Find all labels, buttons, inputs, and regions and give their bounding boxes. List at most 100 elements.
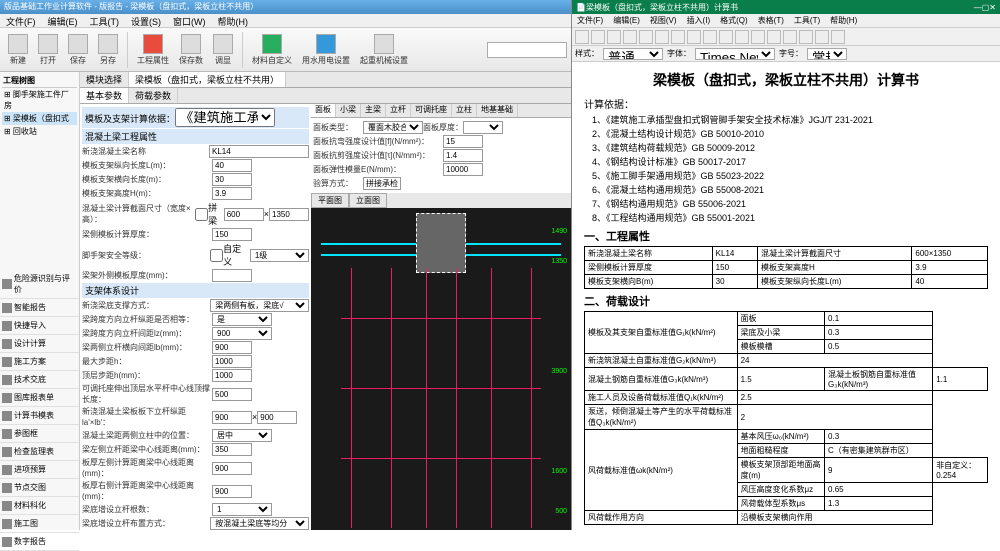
extend-input[interactable] xyxy=(212,388,252,401)
lb-input[interactable] xyxy=(212,341,252,354)
maximize-button[interactable]: ▢ xyxy=(982,3,990,12)
save-button[interactable]: 保存 xyxy=(64,32,92,68)
rmenu-tools[interactable]: 工具(T) xyxy=(789,14,825,27)
equal-select[interactable]: 是 xyxy=(212,313,272,326)
left-dist-input[interactable] xyxy=(212,443,252,456)
tb-align-l-icon[interactable] xyxy=(719,30,733,44)
water-elec-button[interactable]: 用水用电设置 xyxy=(298,32,354,68)
side-digital[interactable]: 数字报告 xyxy=(0,533,79,551)
document-body[interactable]: 梁模板（盘扣式，梁板立柱不共用）计算书 计算依据： 1、《建筑施工承插型盘扣式钢… xyxy=(572,62,1000,530)
side-node[interactable]: 节点交图 xyxy=(0,479,79,497)
bend-input[interactable] xyxy=(443,135,483,148)
rmenu-edit[interactable]: 编辑(E) xyxy=(608,14,645,27)
tab-upright[interactable]: 立杆 xyxy=(386,104,411,117)
elevation-view-button[interactable]: 立面图 xyxy=(349,193,387,208)
tb-cut-icon[interactable] xyxy=(607,30,621,44)
menu-settings[interactable]: 设置(S) xyxy=(125,14,167,27)
tb-outdent-icon[interactable] xyxy=(799,30,813,44)
side-drawing[interactable]: 施工图 xyxy=(0,515,79,533)
side-budget[interactable]: 进项预算 xyxy=(0,461,79,479)
style-select[interactable]: 普通 xyxy=(603,48,663,60)
side-design-calc[interactable]: 设计计算 xyxy=(0,335,79,353)
tab-basic[interactable]: 基本参数 xyxy=(80,88,129,103)
adjust-button[interactable]: 调显 xyxy=(209,32,237,68)
tab-load[interactable]: 荷载参数 xyxy=(129,88,178,103)
check-button[interactable]: 拼接承检 xyxy=(363,177,401,190)
side-gallery[interactable]: 图库报表单 xyxy=(0,389,79,407)
side-smart-report[interactable]: 智能报告 xyxy=(0,299,79,317)
la-input[interactable] xyxy=(212,411,252,424)
elastic-input[interactable] xyxy=(443,163,483,176)
rmenu-format[interactable]: 格式(Q) xyxy=(715,14,753,27)
position-select[interactable]: 居中 xyxy=(212,429,272,442)
top-step-input[interactable] xyxy=(212,369,252,382)
safety-select[interactable]: 1级 xyxy=(250,249,309,262)
tb-paste-icon[interactable] xyxy=(639,30,653,44)
tree-item[interactable]: ⊞ 回收站 xyxy=(2,125,77,138)
side-material[interactable]: 材料科化 xyxy=(0,497,79,515)
side-thick-input[interactable] xyxy=(212,228,252,241)
tb-align-c-icon[interactable] xyxy=(735,30,749,44)
material-custom-button[interactable]: 材料自定义 xyxy=(248,32,296,68)
search-input[interactable] xyxy=(487,42,567,58)
side-calc-report[interactable]: 计算书模表 xyxy=(0,407,79,425)
tree-item-selected[interactable]: ⊞ 梁模板（盘扣式 xyxy=(2,112,77,125)
lz-select[interactable]: 900 xyxy=(212,327,272,340)
menu-window[interactable]: 窗口(W) xyxy=(167,14,212,27)
tb-color-icon[interactable] xyxy=(703,30,717,44)
tb-image-icon[interactable] xyxy=(831,30,845,44)
tab-module[interactable]: 模块选择 xyxy=(80,72,129,87)
crane-button[interactable]: 起重机械设置 xyxy=(356,32,412,68)
rmenu-file[interactable]: 文件(F) xyxy=(572,14,608,27)
tb-list-icon[interactable] xyxy=(767,30,781,44)
basis-select[interactable]: 《建筑施工承插型…》 xyxy=(175,108,275,127)
plan-view-button[interactable]: 平面图 xyxy=(311,193,349,208)
tb-bold-icon[interactable] xyxy=(655,30,669,44)
project-props-button[interactable]: 工程属性 xyxy=(133,32,173,68)
side-frame[interactable]: 参图框 xyxy=(0,425,79,443)
side-scheme[interactable]: 施工方案 xyxy=(0,353,79,371)
tree-item[interactable]: ⊞ 脚手架施工件厂房 xyxy=(2,88,77,112)
tab-jack[interactable]: 可调托座 xyxy=(411,104,452,117)
shear-input[interactable] xyxy=(443,149,483,162)
section-w-input[interactable] xyxy=(224,208,264,221)
tab-main-beam[interactable]: 主梁 xyxy=(361,104,386,117)
tab-foundation[interactable]: 地基基础 xyxy=(477,104,518,117)
max-step-input[interactable] xyxy=(212,355,252,368)
tb-print-icon[interactable] xyxy=(591,30,605,44)
tb-indent-icon[interactable] xyxy=(783,30,797,44)
saveas-button[interactable]: 另存 xyxy=(94,32,122,68)
safety-custom-check[interactable] xyxy=(210,249,223,262)
tb-italic-icon[interactable] xyxy=(671,30,685,44)
add-col-select[interactable]: 1 xyxy=(212,503,272,516)
close-button[interactable]: ✕ xyxy=(989,3,996,12)
cad-viewport[interactable]: 1490 1350 3900 1600 500 xyxy=(311,208,571,530)
tb-underline-icon[interactable] xyxy=(687,30,701,44)
plate-l-input[interactable] xyxy=(212,462,252,475)
height-input[interactable] xyxy=(212,187,252,200)
font-select[interactable]: Times New Roman xyxy=(695,48,775,60)
rmenu-help[interactable]: 帮助(H) xyxy=(825,14,862,27)
outer-thick-input[interactable] xyxy=(212,269,252,282)
minimize-button[interactable]: — xyxy=(974,3,982,12)
menu-edit[interactable]: 编辑(E) xyxy=(42,14,84,27)
support-mode-select[interactable]: 梁两侧有板，梁底√ xyxy=(210,299,309,312)
tab-small-beam[interactable]: 小梁 xyxy=(336,104,361,117)
section-h-input[interactable] xyxy=(269,208,309,221)
rmenu-table[interactable]: 表格(T) xyxy=(753,14,789,27)
tab-column[interactable]: 立柱 xyxy=(452,104,477,117)
panel-type-select[interactable]: 覆面木胶合板 xyxy=(363,121,423,134)
lb2-input[interactable] xyxy=(257,411,297,424)
side-inspect[interactable]: 检查监理表 xyxy=(0,443,79,461)
tb-save-icon[interactable] xyxy=(575,30,589,44)
menu-help[interactable]: 帮助(H) xyxy=(212,14,255,27)
size-select[interactable]: 常规 xyxy=(807,48,847,60)
side-hazard[interactable]: 危险源识别与评价 xyxy=(0,270,79,299)
panel-thick-select[interactable] xyxy=(463,121,503,134)
tb-align-r-icon[interactable] xyxy=(751,30,765,44)
splice-check[interactable] xyxy=(195,208,208,221)
side-quick-import[interactable]: 快捷导入 xyxy=(0,317,79,335)
length-input[interactable] xyxy=(212,159,252,172)
menu-tools[interactable]: 工具(T) xyxy=(84,14,126,27)
tb-table-icon[interactable] xyxy=(815,30,829,44)
